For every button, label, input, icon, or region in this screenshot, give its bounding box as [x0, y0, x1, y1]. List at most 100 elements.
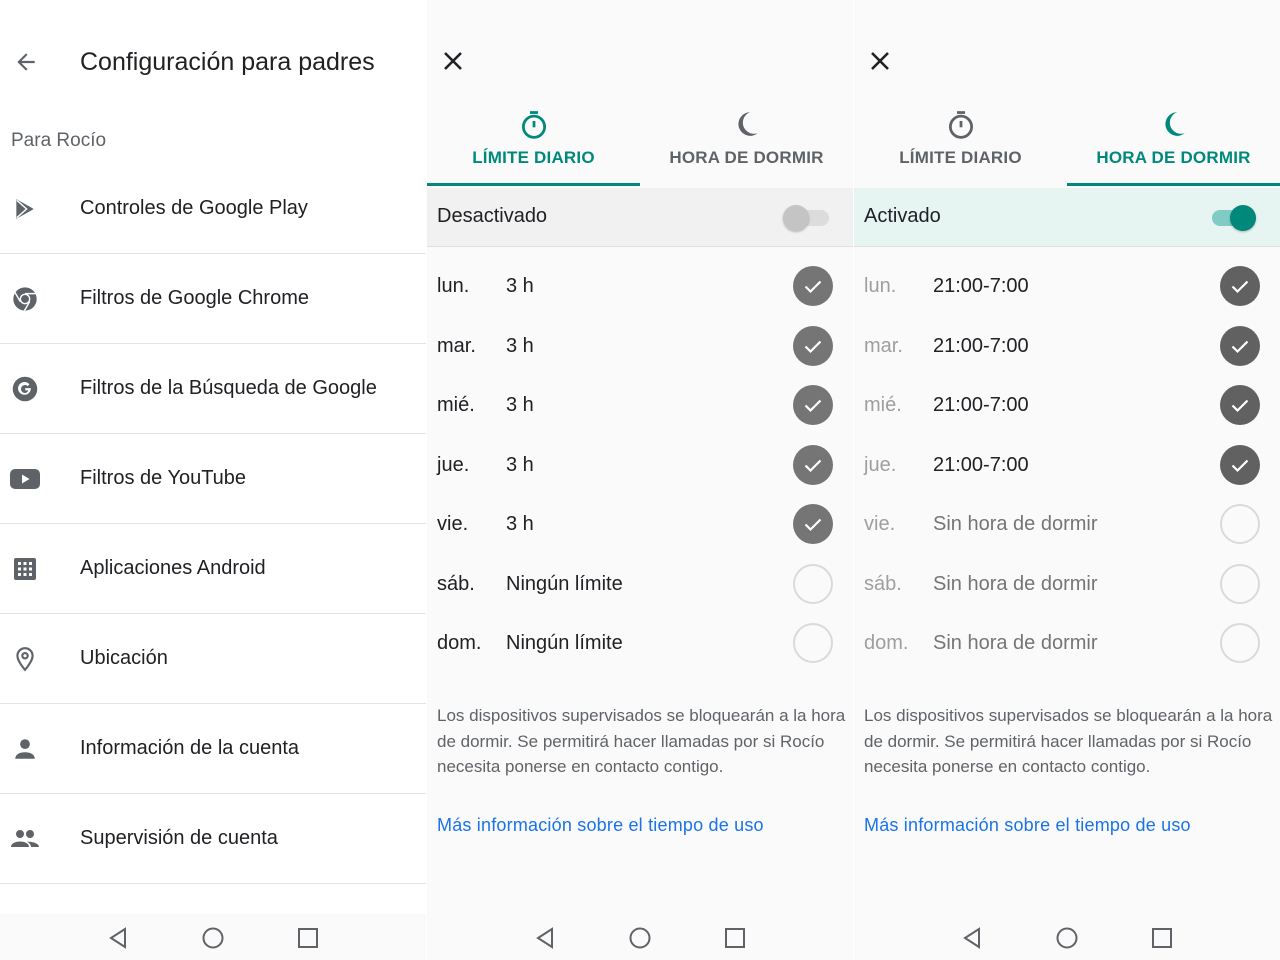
- day-row-sab: sáb. Ningún límite: [427, 554, 853, 614]
- day-value: 3 h: [506, 513, 534, 535]
- menu-item-google-play[interactable]: Controles de Google Play: [0, 164, 426, 254]
- day-row-mar: mar. 3 h: [427, 316, 853, 376]
- app-bar: Configuración para padres: [0, 30, 426, 96]
- day-checkbox[interactable]: [793, 266, 833, 306]
- home-circle-icon[interactable]: [628, 926, 652, 950]
- apps-grid-icon: [10, 554, 40, 584]
- day-row-dom: dom. Ningún límite: [427, 613, 853, 673]
- day-checkbox[interactable]: [1220, 444, 1260, 485]
- moon-icon: [1067, 110, 1280, 140]
- check-icon: [804, 340, 822, 353]
- tab-bar: LÍMITE DIARIO HORA DE DORMIR: [854, 100, 1280, 186]
- day-checkbox[interactable]: [1220, 563, 1260, 604]
- day-checkbox[interactable]: [793, 623, 833, 663]
- info-line: necesita ponerse en contacto contigo.: [864, 757, 1151, 776]
- menu-item-google-search[interactable]: Filtros de la Búsqueda de Google: [0, 344, 426, 434]
- check-icon: [1231, 459, 1249, 472]
- google-g-icon: [10, 374, 40, 404]
- day-value: Sin hora de dormir: [933, 572, 1098, 595]
- chrome-icon: [10, 284, 40, 314]
- info-line: de dormir. Se permitirá hacer llamadas p…: [864, 731, 1252, 751]
- status-toggle-bar: Desactivado: [427, 188, 853, 247]
- day-name: lun.: [437, 275, 470, 297]
- enable-switch[interactable]: [783, 205, 829, 231]
- day-name: dom.: [864, 632, 909, 654]
- day-row-mie: mié. 3 h: [427, 375, 853, 435]
- day-row-lun: lun. 21:00-7:00: [854, 256, 1280, 316]
- tab-label: LÍMITE DIARIO: [472, 148, 595, 167]
- day-name: mié.: [437, 394, 475, 416]
- back-button[interactable]: [8, 46, 44, 82]
- more-info-link[interactable]: Más información sobre el tiempo de uso: [437, 815, 764, 836]
- menu-item-label: Aplicaciones Android: [80, 557, 266, 579]
- tab-label: HORA DE DORMIR: [669, 148, 824, 167]
- menu-item-label: Filtros de Google Chrome: [80, 287, 309, 309]
- day-checkbox[interactable]: [793, 563, 833, 604]
- recents-square-icon[interactable]: [296, 926, 320, 950]
- day-value: 21:00-7:00: [933, 275, 1029, 297]
- more-info-link[interactable]: Más información sobre el tiempo de uso: [864, 815, 1191, 836]
- day-checkbox[interactable]: [793, 444, 833, 485]
- menu-item-youtube[interactable]: Filtros de YouTube: [0, 434, 426, 524]
- day-value: 3 h: [506, 453, 534, 476]
- day-value: 21:00-7:00: [933, 394, 1029, 416]
- menu-item-account-supervision[interactable]: Supervisión de cuenta: [0, 794, 426, 884]
- recents-square-icon[interactable]: [1150, 926, 1174, 950]
- menu-item-android-apps[interactable]: Aplicaciones Android: [0, 524, 426, 614]
- enable-switch[interactable]: [1210, 205, 1256, 231]
- day-checkbox[interactable]: [1220, 266, 1260, 306]
- location-pin-icon: [10, 644, 40, 674]
- day-name: sáb.: [864, 572, 902, 595]
- day-name: mar.: [864, 334, 903, 357]
- day-checkbox[interactable]: [1220, 504, 1260, 544]
- day-value: 3 h: [506, 275, 534, 297]
- system-nav-bar: [0, 914, 426, 960]
- timer-icon: [427, 110, 640, 140]
- day-row-jue: jue. 3 h: [427, 435, 853, 495]
- back-triangle-icon[interactable]: [533, 926, 557, 950]
- page-title: Configuración para padres: [80, 48, 375, 76]
- active-tab-indicator: [427, 183, 640, 186]
- menu-item-location[interactable]: Ubicación: [0, 614, 426, 704]
- tab-bedtime[interactable]: HORA DE DORMIR: [640, 100, 853, 186]
- menu-item-chrome[interactable]: Filtros de Google Chrome: [0, 254, 426, 344]
- home-circle-icon[interactable]: [201, 926, 225, 950]
- tab-bedtime[interactable]: HORA DE DORMIR: [1067, 100, 1280, 186]
- day-name: jue.: [864, 453, 897, 476]
- info-line: necesita ponerse en contacto contigo.: [437, 757, 724, 776]
- google-play-icon: [10, 194, 40, 224]
- close-button[interactable]: [864, 45, 896, 81]
- menu-item-account-info[interactable]: Información de la cuenta: [0, 704, 426, 794]
- day-checkbox[interactable]: [1220, 623, 1260, 663]
- info-line: Los dispositivos supervisados se bloquea…: [864, 706, 1273, 725]
- toggle-label: Activado: [864, 205, 941, 227]
- home-circle-icon[interactable]: [1055, 926, 1079, 950]
- day-value: Ningún límite: [506, 572, 623, 595]
- day-checkbox[interactable]: [793, 385, 833, 425]
- close-icon: [869, 50, 891, 77]
- recents-square-icon[interactable]: [723, 926, 747, 950]
- day-checkbox[interactable]: [1220, 385, 1260, 425]
- menu-item-label: Información de la cuenta: [80, 737, 300, 759]
- day-row-mie: mié. 21:00-7:00: [854, 375, 1280, 435]
- day-checkbox[interactable]: [793, 504, 833, 544]
- switch-thumb: [783, 205, 809, 231]
- day-checkbox[interactable]: [1220, 325, 1260, 366]
- tab-daily-limit[interactable]: LÍMITE DIARIO: [854, 100, 1067, 186]
- check-icon: [804, 518, 822, 532]
- status-toggle-bar: Activado: [854, 188, 1280, 247]
- tab-daily-limit[interactable]: LÍMITE DIARIO: [427, 100, 640, 186]
- menu-item-label: Filtros de YouTube: [80, 467, 247, 489]
- people-icon: [10, 824, 40, 854]
- back-triangle-icon[interactable]: [106, 926, 130, 950]
- info-text: Los dispositivos supervisados se bloquea…: [864, 703, 1280, 780]
- back-triangle-icon[interactable]: [960, 926, 984, 950]
- menu-item-label: Controles de Google Play: [80, 197, 308, 219]
- close-button[interactable]: [437, 45, 469, 81]
- day-row-sab: sáb. Sin hora de dormir: [854, 554, 1280, 614]
- day-name: lun.: [864, 275, 897, 297]
- check-icon: [804, 399, 822, 413]
- info-line: de dormir. Se permitirá hacer llamadas p…: [437, 731, 825, 751]
- day-checkbox[interactable]: [793, 325, 833, 366]
- daily-limit-panel: LÍMITE DIARIO HORA DE DORMIR Desactivado…: [427, 0, 853, 960]
